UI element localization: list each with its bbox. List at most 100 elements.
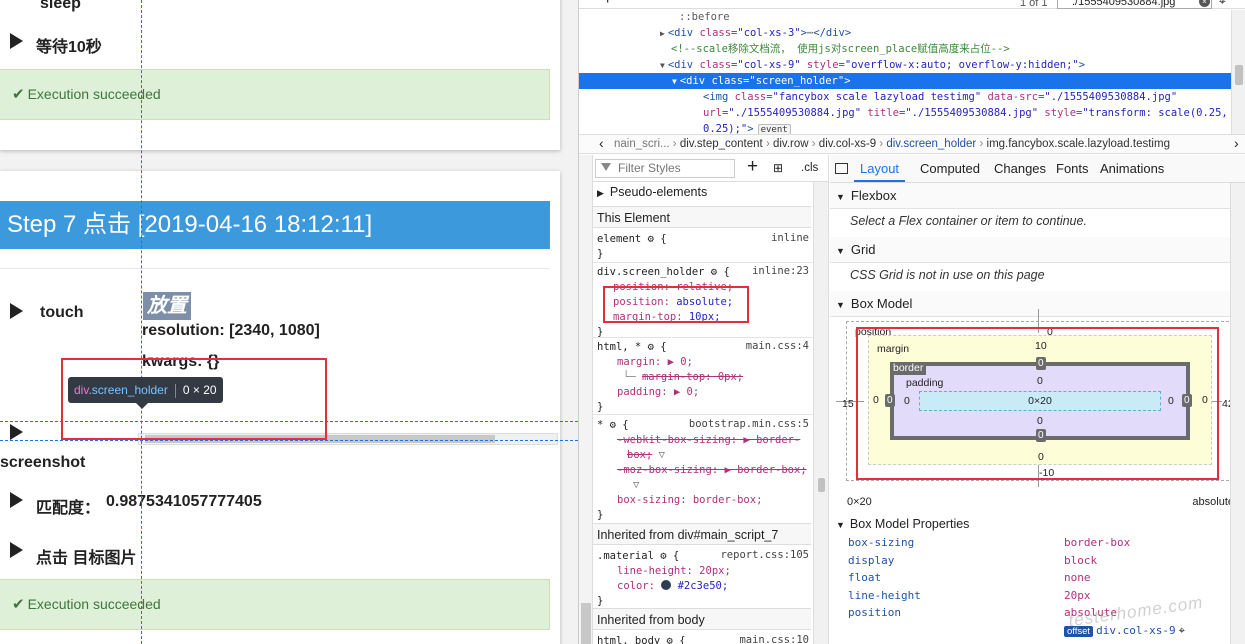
pseudo-elements-header[interactable]: ▶ Pseudo-elements xyxy=(597,185,707,199)
gear-icon[interactable]: ⚙ xyxy=(660,550,666,562)
breadcrumb-item[interactable]: div.step_content xyxy=(680,138,763,150)
gear-icon[interactable]: ⚙ xyxy=(648,233,654,245)
rule-source[interactable]: inline xyxy=(771,232,809,244)
add-rule-icon[interactable]: + xyxy=(747,157,758,177)
layout-scrollbar[interactable] xyxy=(1230,183,1245,644)
html-token: class xyxy=(711,75,744,87)
css-declaration[interactable]: color: #2c3e50; xyxy=(617,579,728,594)
rules-pane: Filter Styles + ⊞ .cls ▶ Pseudo-elements … xyxy=(593,155,829,644)
check-icon: ✔ xyxy=(12,86,25,103)
css-declaration[interactable]: margin: ▶ 0; xyxy=(617,355,693,370)
css-declaration[interactable]: line-height: 20px; xyxy=(617,564,731,579)
html-token: > xyxy=(1078,59,1086,71)
expand-arrow-icon[interactable]: ▼ xyxy=(660,61,665,70)
resolution-text: resolution: [2340, 1080] xyxy=(142,322,320,339)
grid-section[interactable]: ▼ Grid xyxy=(830,237,1245,263)
struck-declaration[interactable]: -webkit-box-sizing: ▶ border- xyxy=(617,433,800,448)
rule-selector: * xyxy=(597,419,604,431)
gear-icon[interactable]: ⚙ xyxy=(648,341,654,353)
html-node-line[interactable]: ▼ <div class="screen_holder"> xyxy=(579,73,1231,89)
gear-icon[interactable]: ⚙ xyxy=(667,635,673,644)
target-icon[interactable]: ⌖ xyxy=(1179,625,1185,637)
html-tree-scrollbar[interactable] xyxy=(1231,10,1245,134)
rules-content: ▶ Pseudo-elements This Element element ⚙ … xyxy=(593,182,813,644)
element-state-icon[interactable]: ⊞ xyxy=(773,161,783,175)
add-node-icon[interactable]: + xyxy=(603,0,612,8)
html-token: "overflow-x:auto; overflow-y:hidden;" xyxy=(844,59,1079,71)
html-token: "fancybox scale lazyload testimg" xyxy=(772,91,982,103)
css-declaration[interactable]: padding: ▶ 0; xyxy=(617,385,699,400)
breadcrumb-item[interactable]: nain_scri... xyxy=(614,138,670,150)
html-node-line[interactable]: 0.25);"> event xyxy=(579,121,1231,134)
toggle-sidebar-icon[interactable] xyxy=(835,163,848,174)
search-input[interactable]: ./1555409530884.jpg xyxy=(1057,0,1212,9)
box-prop-value: 20px xyxy=(1064,588,1091,602)
filter-warning-icon: ▽ xyxy=(633,479,640,491)
rule-source[interactable]: main.css:10 xyxy=(739,634,809,644)
css-declaration[interactable]: box-sizing: border-box; xyxy=(617,493,762,508)
html-node-line[interactable]: <img class="fancybox scale lazyload test… xyxy=(579,89,1231,105)
expand-arrow-icon[interactable]: ▼ xyxy=(672,77,677,86)
tab-animations[interactable]: Animations xyxy=(1100,155,1164,182)
breadcrumb-item[interactable]: img.fancybox.scale.lazyload.testimg xyxy=(987,138,1170,150)
rule-source[interactable]: inline:23 xyxy=(752,265,809,277)
filter-placeholder: Filter Styles xyxy=(618,161,681,175)
scrollbar-thumb[interactable] xyxy=(1235,65,1243,85)
html-node-line[interactable]: url="./1555409530884.jpg" title="./15554… xyxy=(579,105,1231,121)
box-model-props-header[interactable]: ▼ Box Model Properties xyxy=(836,517,969,531)
filter-styles-input[interactable]: Filter Styles xyxy=(595,159,735,178)
pseudo-label: Pseudo-elements xyxy=(609,185,708,199)
html-node-line[interactable]: ▶ <div class="col-xs-3">⋯</div> xyxy=(579,25,1231,41)
event-badge[interactable]: event xyxy=(757,124,791,134)
breadcrumb-item[interactable]: div.screen_holder xyxy=(886,138,976,150)
breadcrumb-separator: › xyxy=(762,138,773,150)
tab-changes[interactable]: Changes xyxy=(994,155,1046,182)
breadcrumb-item[interactable]: div.row xyxy=(773,138,809,150)
rules-scrollbar[interactable] xyxy=(813,182,828,644)
box-prop-name: display xyxy=(848,553,895,567)
breadcrumb-forward-icon[interactable]: › xyxy=(1234,135,1239,153)
click-label: 点击 目标图片 xyxy=(36,550,137,567)
html-token: > xyxy=(747,123,754,134)
position-left[interactable]: 15 xyxy=(842,397,854,411)
expand-arrow-icon[interactable]: ▶ xyxy=(660,29,665,38)
html-token: "transform: scale(0.25, xyxy=(1082,107,1228,119)
tab-computed[interactable]: Computed xyxy=(920,155,980,182)
html-node-line[interactable]: ▼ <div class="col-xs-9" style="overflow-x… xyxy=(579,57,1231,73)
gear-icon[interactable]: ⚙ xyxy=(610,419,616,431)
color-swatch[interactable] xyxy=(661,580,672,590)
flexbox-section[interactable]: ▼ Flexbox xyxy=(830,183,1245,209)
box-prop-name: float xyxy=(848,571,882,584)
wait-label: 等待10秒 xyxy=(36,39,102,56)
tab-fonts[interactable]: Fonts xyxy=(1056,155,1089,182)
html-token: "./1555409530884.jpg" xyxy=(1044,91,1178,103)
expand-triangle-icon[interactable] xyxy=(10,542,23,558)
cls-toggle[interactable]: .cls xyxy=(801,162,818,174)
rule-source[interactable]: main.css:4 xyxy=(746,340,809,352)
html-node-line[interactable]: ::before xyxy=(579,9,1231,25)
struck-declaration: box; ▽ xyxy=(627,448,665,463)
step-title: Step 7 点击 [2019-04-16 18:12:11] xyxy=(7,211,373,238)
expand-triangle-icon[interactable] xyxy=(10,303,23,319)
tab-layout[interactable]: Layout xyxy=(854,155,906,182)
expand-triangle-icon[interactable] xyxy=(10,424,23,440)
rule-source[interactable]: report.css:105 xyxy=(720,549,809,561)
section-label: Box Model Properties xyxy=(849,517,970,531)
expand-triangle-icon[interactable] xyxy=(10,33,23,49)
section-label: Box Model xyxy=(850,296,913,311)
gear-icon[interactable]: ⚙ xyxy=(711,266,717,278)
scrollbar-thumb[interactable] xyxy=(818,478,825,492)
rule-source[interactable]: bootstrap.min.css:5 xyxy=(689,418,809,430)
html-node-line[interactable]: <!--scale移除文档流， 使用js对screen_place赋值高度来占位… xyxy=(579,41,1231,57)
html-token: <div xyxy=(679,75,712,87)
divider xyxy=(593,414,813,415)
breadcrumb-items: nain_scri... › div.step_content › div.ro… xyxy=(614,135,1170,153)
html-token: </div> xyxy=(813,27,852,39)
expand-triangle-icon[interactable] xyxy=(10,492,23,508)
breadcrumb-back-icon[interactable]: ‹ xyxy=(599,135,604,153)
breadcrumb-item[interactable]: div.col-xs-9 xyxy=(819,138,876,150)
css-declaration-sub: └─ margin-top: 0px; xyxy=(623,371,744,383)
scrollbar-thumb[interactable] xyxy=(581,603,591,644)
struck-declaration[interactable]: -moz-box-sizing: ▶ border-box; xyxy=(617,463,807,478)
pick-element-icon[interactable]: ⌖ xyxy=(1219,0,1226,9)
